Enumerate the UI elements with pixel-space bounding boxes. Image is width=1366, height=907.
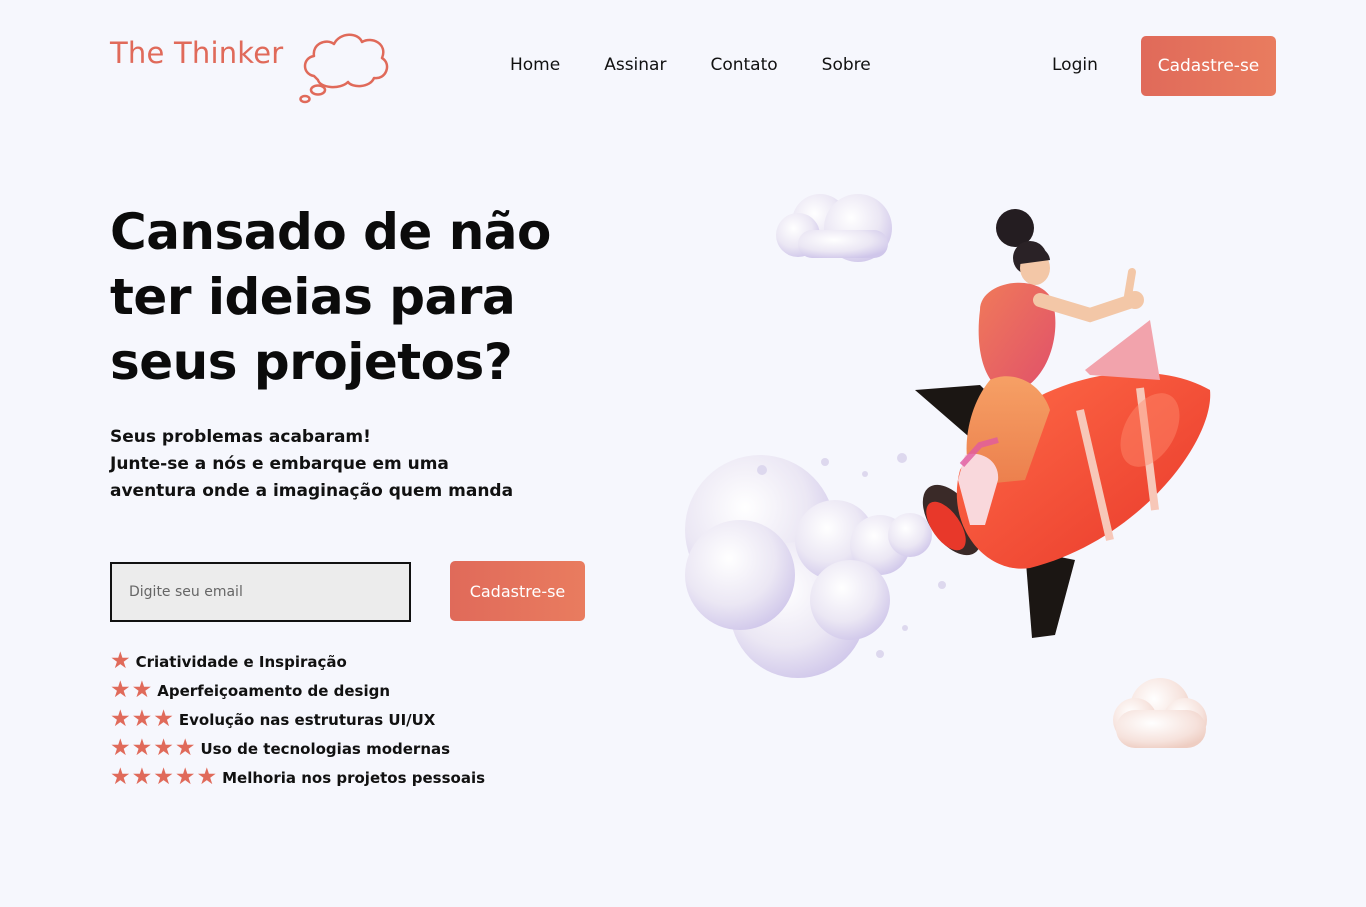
feature-item: ★ ★ ★ ★ ★ Melhoria nos projetos pessoais — [110, 763, 485, 792]
star-icon: ★ — [153, 735, 174, 761]
thought-cloud-icon — [299, 33, 389, 104]
feature-label: Aperfeiçoamento de design — [157, 681, 391, 700]
hero-signup-button[interactable]: Cadastre-se — [450, 561, 585, 621]
feature-item: ★ ★ Aperfeiçoamento de design — [110, 676, 485, 705]
nav-home[interactable]: Home — [510, 55, 560, 75]
hero-subtitle-line: Junte-se a nós e embarque em uma — [110, 454, 449, 474]
email-input[interactable] — [110, 562, 411, 622]
star-icon: ★ — [131, 706, 153, 732]
logo[interactable]: The Thinker — [110, 33, 389, 104]
star-rating: ★ ★ ★ — [110, 708, 175, 731]
star-icon: ★ — [110, 648, 131, 674]
star-icon: ★ — [110, 735, 131, 761]
hero-title: Cansado de não ter ideias para seus proj… — [110, 203, 551, 391]
star-icon: ★ — [174, 735, 196, 761]
hero-subtitle-line: Seus problemas acabaram! — [110, 427, 371, 447]
nav-assinar[interactable]: Assinar — [604, 55, 666, 75]
header-signup-button[interactable]: Cadastre-se — [1141, 36, 1276, 96]
cloud-top — [776, 194, 892, 262]
star-icon: ★ — [110, 764, 131, 790]
star-icon: ★ — [174, 764, 196, 790]
feature-item: ★ Criatividade e Inspiração — [110, 647, 485, 676]
star-rating: ★ ★ ★ ★ — [110, 737, 197, 760]
star-icon: ★ — [153, 764, 174, 790]
girl-on-rocket-illustration — [685, 194, 1211, 748]
feature-label: Melhoria nos projetos pessoais — [222, 768, 486, 787]
feature-list: ★ Criatividade e Inspiração ★ ★ Aperfeiç… — [110, 647, 485, 792]
rocket — [915, 372, 1211, 638]
star-icon: ★ — [153, 706, 174, 732]
feature-item: ★ ★ ★ ★ Uso de tecnologias modernas — [110, 734, 485, 763]
feature-label: Criatividade e Inspiração — [135, 652, 347, 671]
hero-subtitle-line: aventura onde a imaginação quem manda — [110, 481, 514, 501]
star-icon: ★ — [110, 677, 131, 703]
logo-text: The Thinker — [110, 36, 284, 70]
star-icon: ★ — [196, 764, 218, 790]
star-icon: ★ — [110, 706, 131, 732]
star-rating: ★ ★ — [110, 679, 153, 702]
nav-contato[interactable]: Contato — [710, 55, 777, 75]
hero-subtitle: Seus problemas acabaram! Junte-se a nós … — [110, 424, 550, 505]
cloud-bottom — [1113, 678, 1207, 748]
star-icon: ★ — [131, 677, 153, 703]
main-nav: Home Assinar Contato Sobre — [510, 55, 915, 75]
feature-label: Evolução nas estruturas UI/UX — [178, 710, 436, 729]
star-rating: ★ ★ ★ ★ ★ — [110, 766, 218, 789]
login-link[interactable]: Login — [1052, 55, 1098, 75]
star-rating: ★ — [110, 650, 132, 673]
feature-item: ★ ★ ★ Evolução nas estruturas UI/UX — [110, 705, 485, 734]
star-icon: ★ — [131, 764, 153, 790]
star-icon: ★ — [131, 735, 153, 761]
feature-label: Uso de tecnologias modernas — [200, 739, 451, 758]
exhaust-cloud — [685, 453, 946, 678]
nav-sobre[interactable]: Sobre — [822, 55, 871, 75]
